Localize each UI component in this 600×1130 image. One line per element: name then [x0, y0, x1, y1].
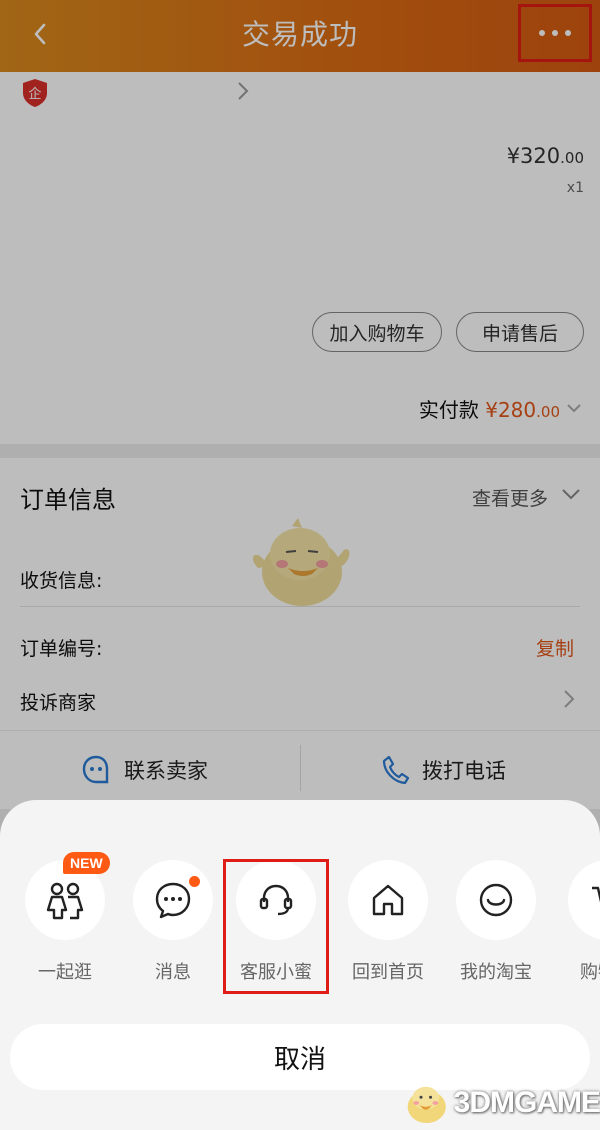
unread-dot: [187, 874, 202, 889]
smile-icon: [479, 883, 513, 917]
share-item-browse-together[interactable]: NEW 一起逛: [23, 852, 110, 983]
watermark: 3DMGAME: [400, 1078, 600, 1128]
share-item-home[interactable]: 回到首页: [346, 860, 430, 983]
share-item-my-taobao[interactable]: 我的淘宝: [454, 860, 538, 983]
new-badge: NEW: [63, 852, 110, 874]
cart-icon: [592, 886, 600, 903]
share-item-circle: NEW: [25, 852, 110, 940]
share-item-cart[interactable]: 购物: [566, 860, 600, 980]
share-item-circle: [456, 860, 536, 940]
share-item-circle: [348, 860, 428, 940]
watermark-mascot-icon: [407, 1086, 446, 1124]
watermark-text: 3DMGAME: [453, 1086, 600, 1119]
home-icon: [372, 884, 404, 916]
share-item-circle: [568, 860, 600, 940]
highlight-box: [223, 859, 329, 994]
message-icon: [155, 882, 191, 919]
share-item-label: 消息: [155, 962, 191, 983]
share-item-circle: [133, 860, 213, 940]
share-item-label: 回到首页: [352, 962, 424, 983]
share-item-label: 一起逛: [38, 962, 92, 983]
people-icon: [46, 882, 84, 920]
share-item-cart-clip: 购物: [558, 860, 600, 980]
share-item-messages[interactable]: 消息: [131, 860, 215, 983]
share-item-label: 我的淘宝: [460, 962, 532, 983]
share-item-label: 购物: [580, 962, 600, 980]
